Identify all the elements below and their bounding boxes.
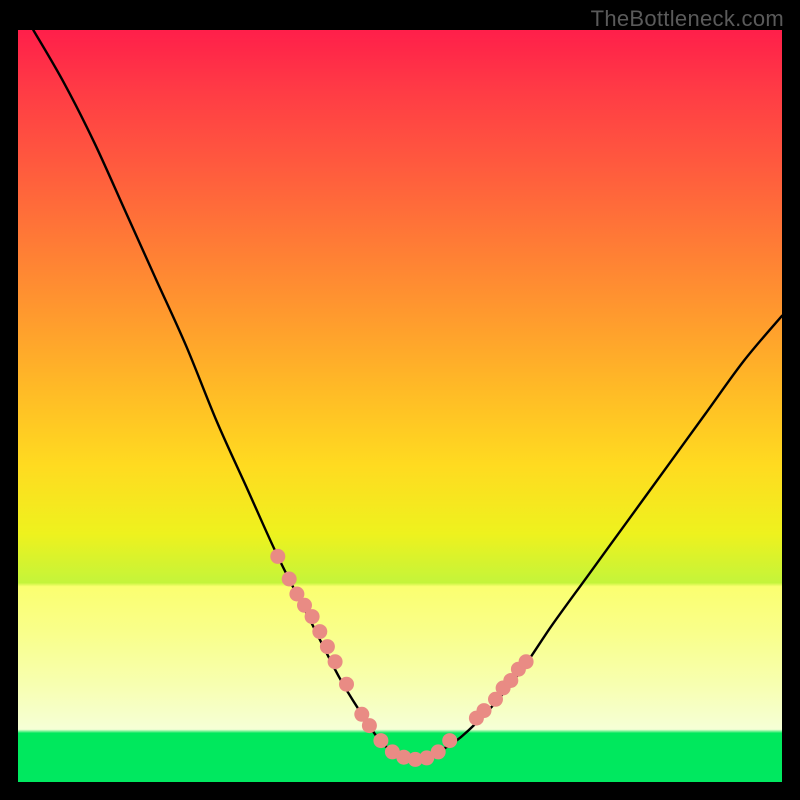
chart-marker-dot: [305, 609, 320, 624]
chart-marker-dot: [328, 654, 343, 669]
watermark-label: TheBottleneck.com: [591, 6, 784, 32]
chart-marker-dot: [442, 733, 457, 748]
chart-svg: [18, 30, 782, 782]
bottleneck-curve: [33, 30, 782, 760]
chart-marker-dot: [373, 733, 388, 748]
chart-marker-dot: [320, 639, 335, 654]
chart-marker-dot: [431, 744, 446, 759]
chart-marker-dot: [339, 677, 354, 692]
chart-marker-dot: [312, 624, 327, 639]
chart-markers: [270, 549, 533, 767]
chart-marker-dot: [270, 549, 285, 564]
chart-area: [18, 30, 782, 782]
chart-marker-dot: [282, 572, 297, 587]
chart-marker-dot: [477, 703, 492, 718]
chart-marker-dot: [362, 718, 377, 733]
chart-marker-dot: [519, 654, 534, 669]
